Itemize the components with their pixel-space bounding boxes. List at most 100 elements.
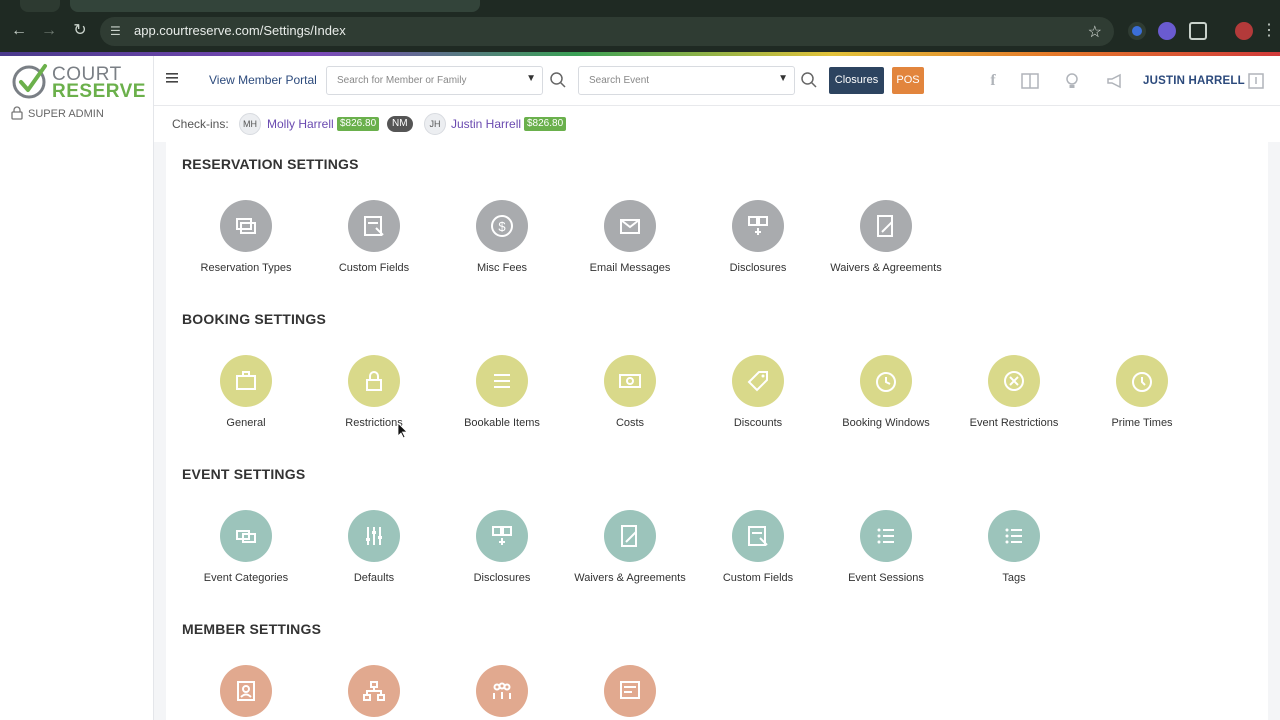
tile-discounts[interactable]: Discounts [694, 355, 822, 445]
tile-costs[interactable]: Costs [566, 355, 694, 445]
forward-icon[interactable]: → [38, 20, 60, 42]
tile-prime-times[interactable]: Prime Times [1078, 355, 1206, 445]
tile-label: Tags [1002, 572, 1026, 584]
no-entry-icon [988, 355, 1040, 407]
custom-fields-icon [348, 200, 400, 252]
tile-event-custom-fields[interactable]: Custom Fields [694, 510, 822, 600]
browser-tab[interactable] [20, 0, 60, 12]
tile-misc-fees[interactable]: $ Misc Fees [438, 200, 566, 290]
tile-defaults[interactable]: Defaults [310, 510, 438, 600]
sidebar: COURT RESERVE SUPER ADMIN [0, 56, 154, 720]
profile-avatar[interactable] [1235, 22, 1253, 40]
settings-panel: RESERVATION SETTINGS Reservation Types C… [166, 142, 1268, 720]
closures-button[interactable]: Closures [829, 67, 884, 94]
url-text: app.courtreserve.com/Settings/Index [134, 23, 346, 38]
users-group-icon [476, 665, 528, 717]
avatar[interactable]: MH [239, 113, 261, 135]
checkin-member-name[interactable]: Justin Harrell [451, 117, 521, 131]
extension-icon[interactable] [1128, 22, 1146, 40]
site-info-icon[interactable]: ☰ [110, 23, 126, 39]
tile-event-sessions[interactable]: Event Sessions [822, 510, 950, 600]
back-icon[interactable]: ← [8, 20, 30, 42]
book-icon[interactable] [1020, 71, 1040, 91]
tile-booking-windows[interactable]: Booking Windows [822, 355, 950, 445]
price-tag-icon [732, 355, 784, 407]
user-name[interactable]: JUSTIN HARRELL [1143, 75, 1245, 87]
tile-label: Bookable Items [464, 417, 540, 429]
browser-toolbar: ← → ↻ ☰ app.courtreserve.com/Settings/In… [0, 12, 1280, 52]
tile-label: Waivers & Agreements [574, 572, 686, 584]
tile-restrictions[interactable]: Restrictions [310, 355, 438, 445]
checkin-member-name[interactable]: Molly Harrell [267, 117, 334, 131]
search-icon[interactable] [549, 71, 567, 89]
avatar[interactable]: JH [424, 113, 446, 135]
tile-label: Restrictions [345, 417, 403, 429]
tile-reservation-types[interactable]: Reservation Types [182, 200, 310, 290]
event-search-input[interactable]: Search Event ▼ [578, 66, 795, 95]
tile-member-1[interactable] [182, 665, 310, 720]
tile-disclosures[interactable]: Disclosures [694, 200, 822, 290]
section-title-booking: BOOKING SETTINGS [182, 311, 326, 327]
tile-label: Event Categories [203, 572, 289, 584]
tile-event-disclosures[interactable]: Disclosures [438, 510, 566, 600]
tile-waivers-agreements[interactable]: Waivers & Agreements [822, 200, 950, 290]
tile-label: Prime Times [1111, 417, 1173, 429]
chevron-down-icon[interactable]: ▼ [778, 73, 788, 84]
chevron-down-icon[interactable]: ▼ [526, 73, 536, 84]
tile-custom-fields[interactable]: Custom Fields [310, 200, 438, 290]
tile-general[interactable]: General [182, 355, 310, 445]
tile-label: Misc Fees [476, 262, 528, 274]
tile-label: Reservation Types [200, 262, 292, 274]
browser-menu-icon[interactable]: ⋮ [1258, 20, 1280, 42]
org-chart-icon [348, 665, 400, 717]
reload-icon[interactable]: ↻ [69, 20, 91, 42]
bookmark-star-icon[interactable]: ☆ [1088, 22, 1102, 42]
menu-icon[interactable] [166, 73, 178, 83]
document-pen-icon [860, 200, 912, 252]
megaphone-icon[interactable] [1105, 71, 1125, 91]
tile-tags[interactable]: Tags [950, 510, 1078, 600]
tile-bookable-items[interactable]: Bookable Items [438, 355, 566, 445]
tile-email-messages[interactable]: Email Messages [566, 200, 694, 290]
dollar-coin-icon: $ [476, 200, 528, 252]
clock-calendar-icon [860, 355, 912, 407]
tile-label: Disclosures [473, 572, 531, 584]
browser-tab-active[interactable] [70, 0, 480, 12]
balance-badge: $826.80 [524, 117, 567, 131]
tile-event-waivers-agreements[interactable]: Waivers & Agreements [566, 510, 694, 600]
tile-label: Waivers & Agreements [830, 262, 942, 274]
member-card-icon [220, 665, 272, 717]
lightbulb-icon[interactable] [1062, 71, 1082, 91]
view-member-portal-link[interactable]: View Member Portal [209, 73, 317, 87]
list-icon [476, 355, 528, 407]
tile-member-4[interactable] [566, 665, 694, 720]
tile-label: Email Messages [589, 262, 671, 274]
svg-text:$: $ [498, 219, 506, 234]
extension-gear-icon[interactable] [1158, 22, 1176, 40]
briefcase-icon [220, 355, 272, 407]
tile-event-restrictions[interactable]: Event Restrictions [950, 355, 1078, 445]
member-tag-badge: NM [387, 116, 413, 132]
tile-label: Event Restrictions [969, 417, 1059, 429]
categories-icon [220, 510, 272, 562]
court-reserve-logo[interactable]: COURT RESERVE [12, 60, 152, 102]
tags-list-icon [988, 510, 1040, 562]
envelope-icon [604, 200, 656, 252]
tile-label: Disclosures [729, 262, 787, 274]
member-search-input[interactable]: Search for Member or Family ▼ [326, 66, 543, 95]
search-icon[interactable] [800, 71, 818, 89]
facebook-icon[interactable]: f [983, 71, 1003, 91]
address-bar[interactable]: ☰ app.courtreserve.com/Settings/Index ☆ [100, 17, 1114, 46]
tile-label: Custom Fields [722, 572, 794, 584]
reservation-types-icon [220, 200, 272, 252]
logo-word-reserve: RESERVE [52, 81, 146, 102]
tile-event-categories[interactable]: Event Categories [182, 510, 310, 600]
tile-member-3[interactable] [438, 665, 566, 720]
pos-button[interactable]: POS [892, 67, 924, 94]
logout-icon[interactable] [1246, 71, 1266, 91]
extensions-puzzle-icon[interactable] [1189, 22, 1207, 40]
tile-member-2[interactable] [310, 665, 438, 720]
checkin-bar: Check-ins: MH Molly Harrell $826.80 NM J… [154, 106, 1280, 142]
tile-label: Custom Fields [338, 262, 410, 274]
member-search-placeholder: Search for Member or Family [337, 75, 467, 86]
